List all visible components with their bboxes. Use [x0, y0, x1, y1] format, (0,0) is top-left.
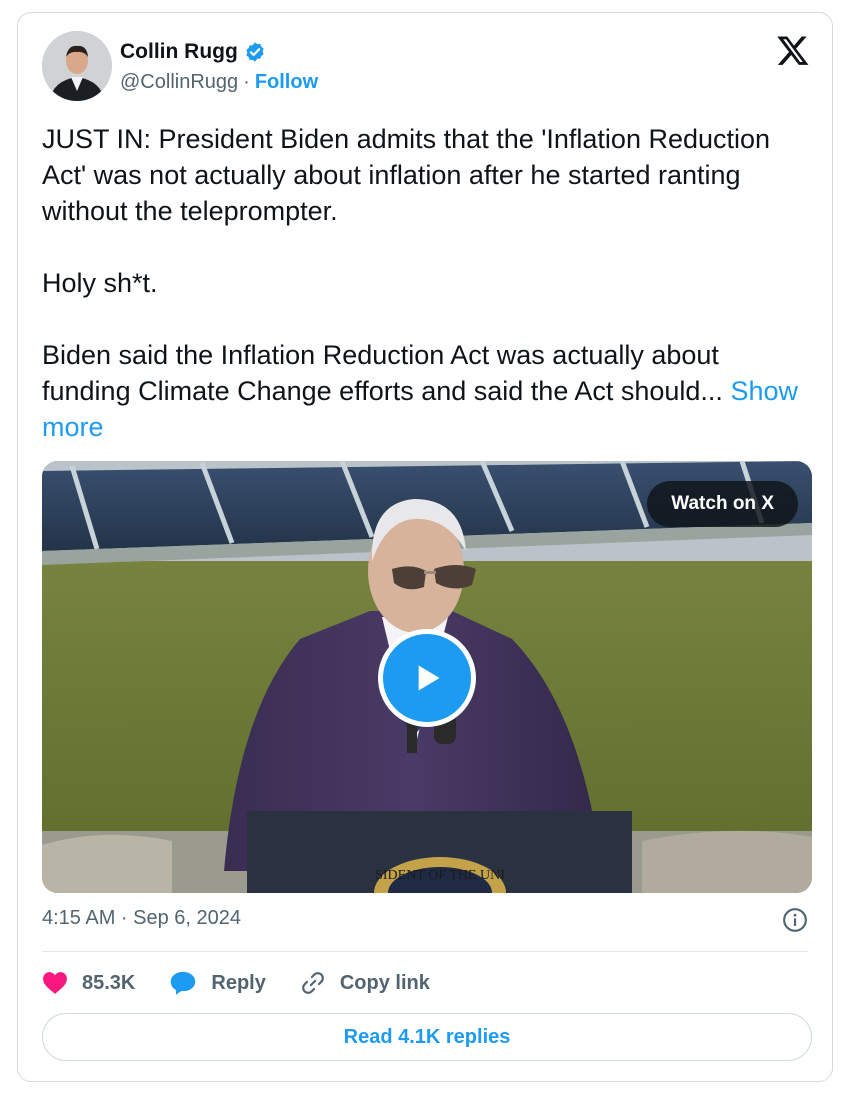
play-button[interactable] [378, 629, 476, 727]
tweet-paragraph-text: Biden said the Inflation Reduction Act w… [42, 340, 723, 406]
tweet-paragraph: Holy sh*t. [42, 268, 158, 298]
copy-link-label: Copy link [339, 971, 430, 994]
like-count: 85.3K [82, 971, 136, 994]
seal-text: SIDENT OF THE UNI [375, 868, 505, 883]
like-button[interactable]: 85.3K [42, 971, 135, 995]
reply-button[interactable]: Reply [169, 970, 266, 996]
action-bar: 85.3K Reply Copy link [42, 965, 464, 1001]
author-handle[interactable]: @CollinRugg [120, 71, 238, 94]
tweet-timestamp[interactable]: 4:15 AM · Sep 6, 2024 [42, 907, 241, 930]
separator-dot: · [243, 71, 250, 93]
play-icon [418, 665, 440, 691]
heart-icon [43, 972, 67, 994]
avatar[interactable] [42, 31, 112, 101]
watch-on-x-button[interactable]: Watch on X [647, 481, 798, 527]
copy-link-button[interactable]: Copy link [300, 970, 430, 996]
x-logo-icon[interactable] [776, 33, 810, 67]
tweet-text: JUST IN: President Biden admits that the… [42, 121, 812, 445]
follow-button[interactable]: Follow [255, 71, 318, 94]
tweet-paragraph: Biden said the Inflation Reduction Act w… [42, 337, 812, 445]
link-icon [301, 972, 324, 994]
tweet-paragraph: JUST IN: President Biden admits that the… [42, 124, 771, 226]
author-name-row: Collin Rugg [120, 37, 266, 67]
read-replies-button[interactable]: Read 4.1K replies [42, 1013, 812, 1061]
verified-badge-icon [246, 42, 264, 62]
info-icon[interactable] [782, 907, 808, 933]
reply-label: Reply [211, 971, 266, 994]
video-player[interactable]: SIDENT OF THE UNI Watch on X [42, 461, 812, 893]
divider [42, 951, 808, 952]
author-handle-row: @CollinRugg · Follow [120, 71, 318, 94]
reply-icon [171, 971, 196, 995]
author-name[interactable]: Collin Rugg [120, 40, 238, 64]
tweet-card: Collin Rugg @CollinRugg · Follow JUST IN… [17, 12, 833, 1082]
